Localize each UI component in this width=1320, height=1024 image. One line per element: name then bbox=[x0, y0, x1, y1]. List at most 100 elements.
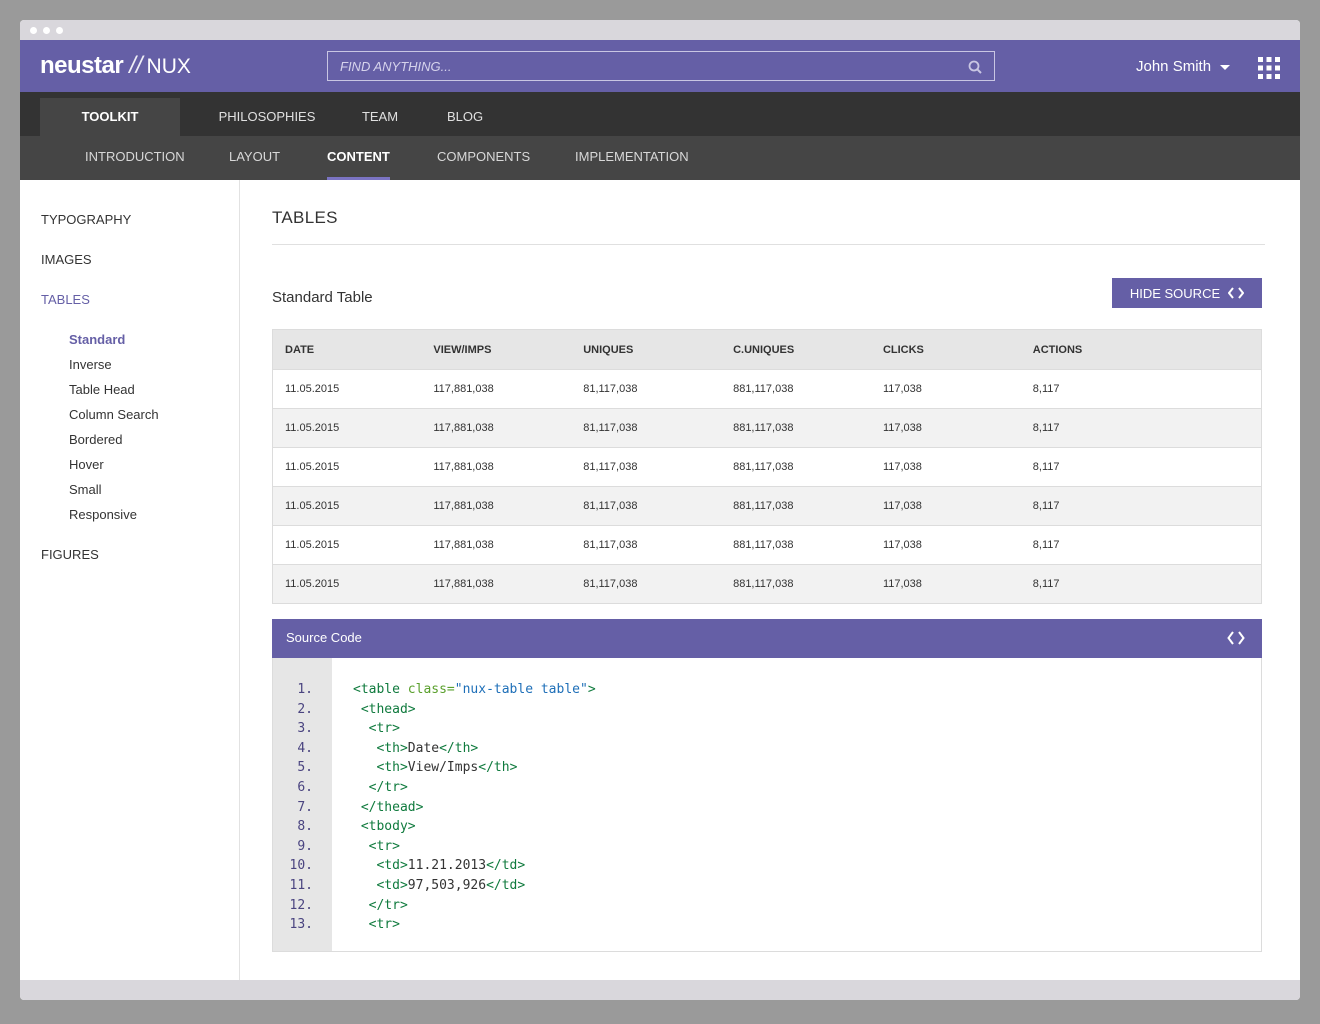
line-number: 9. bbox=[297, 838, 313, 854]
sidebar-item-figures[interactable]: FIGURES bbox=[41, 547, 99, 562]
code-line: <th>View/Imps</th> bbox=[376, 760, 518, 776]
table-cell: 117,881,038 bbox=[421, 447, 572, 487]
sidebar-subitem-column-search[interactable]: Column Search bbox=[69, 407, 159, 422]
code-line: <tr> bbox=[368, 838, 400, 854]
nav-team[interactable]: TEAM bbox=[346, 98, 414, 136]
section-title: Standard Table bbox=[272, 289, 373, 306]
sidebar-subitem-table-head[interactable]: Table Head bbox=[69, 382, 135, 397]
top-header: neustar//NUX John Smith bbox=[20, 40, 1300, 92]
line-number: 12. bbox=[289, 897, 313, 913]
line-number: 2. bbox=[297, 701, 313, 717]
source-code-title: Source Code bbox=[286, 630, 362, 645]
sidebar-subitem-small[interactable]: Small bbox=[69, 482, 102, 497]
table-cell: 81,117,038 bbox=[571, 564, 722, 604]
user-name: John Smith bbox=[1136, 58, 1212, 75]
table-cell: 117,038 bbox=[870, 564, 1021, 604]
table-row: 11.05.2015 117,881,038 81,117,038 881,11… bbox=[272, 564, 1262, 604]
tab-introduction[interactable]: INTRODUCTION bbox=[85, 136, 185, 180]
column-header-date: DATE bbox=[272, 329, 422, 370]
table-cell: 117,038 bbox=[870, 447, 1021, 487]
table-cell: 117,038 bbox=[870, 525, 1021, 565]
table-cell: 881,117,038 bbox=[721, 486, 871, 526]
code-line: </thead> bbox=[360, 799, 424, 815]
sidebar-item-typography[interactable]: TYPOGRAPHY bbox=[41, 212, 131, 227]
line-number: 10. bbox=[289, 858, 313, 874]
table-row: 11.05.2015 117,881,038 81,117,038 881,11… bbox=[272, 525, 1262, 565]
logo[interactable]: neustar//NUX bbox=[40, 52, 191, 81]
sidebar-subitem-responsive[interactable]: Responsive bbox=[69, 507, 137, 522]
sidebar-subitem-inverse[interactable]: Inverse bbox=[69, 357, 112, 372]
code-line: <table class="nux-table table"> bbox=[353, 682, 596, 697]
line-number: 13. bbox=[289, 917, 313, 933]
tab-layout[interactable]: LAYOUT bbox=[229, 136, 280, 180]
table-cell: 8,117 bbox=[1020, 369, 1262, 409]
table-cell: 81,117,038 bbox=[571, 447, 722, 487]
table-row: 11.05.2015 117,881,038 81,117,038 881,11… bbox=[272, 369, 1262, 409]
line-number: 4. bbox=[297, 740, 313, 756]
table-cell: 881,117,038 bbox=[721, 408, 871, 448]
column-header-actions: ACTIONS bbox=[1020, 329, 1262, 370]
search-input[interactable] bbox=[328, 52, 948, 80]
window-dot-icon bbox=[43, 27, 50, 34]
sidebar-subitem-standard[interactable]: Standard bbox=[69, 332, 125, 347]
hide-source-button[interactable]: HIDE SOURCE bbox=[1112, 278, 1262, 308]
table-cell: 117,038 bbox=[870, 408, 1021, 448]
table-row: 11.05.2015 117,881,038 81,117,038 881,11… bbox=[272, 408, 1262, 448]
table-cell: 117,038 bbox=[870, 486, 1021, 526]
code-line: <tr> bbox=[368, 721, 400, 737]
search-box bbox=[327, 51, 995, 81]
page-title: TABLES bbox=[272, 208, 338, 227]
tab-implementation[interactable]: IMPLEMENTATION bbox=[575, 136, 689, 180]
table-row: 11.05.2015 117,881,038 81,117,038 881,11… bbox=[272, 447, 1262, 487]
line-number: 8. bbox=[297, 819, 313, 835]
table-cell: 8,117 bbox=[1020, 525, 1262, 565]
table-cell: 881,117,038 bbox=[721, 525, 871, 565]
caret-down-icon bbox=[1220, 64, 1231, 70]
line-number: 7. bbox=[297, 799, 313, 815]
table-cell: 117,881,038 bbox=[421, 564, 572, 604]
window-chrome bbox=[20, 20, 1300, 40]
code-line: <td>97,503,926</td> bbox=[376, 878, 526, 893]
product-name: NUX bbox=[146, 55, 191, 78]
table-cell: 8,117 bbox=[1020, 486, 1262, 526]
table-cell: 81,117,038 bbox=[571, 408, 722, 448]
column-header-view-imps: VIEW/IMPS bbox=[421, 329, 572, 370]
sidebar-subitem-bordered[interactable]: Bordered bbox=[69, 432, 122, 447]
code-line: </tr> bbox=[368, 897, 408, 913]
tab-components[interactable]: COMPONENTS bbox=[437, 136, 530, 180]
line-number: 1. bbox=[297, 682, 313, 697]
code-line: </tr> bbox=[368, 780, 408, 795]
nav-toolkit[interactable]: TOOLKIT bbox=[40, 98, 180, 136]
code-brackets-icon[interactable] bbox=[1227, 631, 1245, 645]
line-number: 3. bbox=[297, 721, 313, 737]
nav-philosophies[interactable]: PHILOSOPHIES bbox=[200, 98, 334, 136]
code-brackets-icon bbox=[1228, 287, 1245, 299]
line-number-gutter: 1. 2. 3. 4. 5. 6. 7. 8. 9. 10. 11. 12. 13. bbox=[273, 658, 332, 951]
apps-grid-icon[interactable] bbox=[1258, 57, 1280, 79]
primary-nav: TOOLKIT PHILOSOPHIES TEAM BLOG bbox=[20, 92, 1300, 136]
table-cell: 81,117,038 bbox=[571, 486, 722, 526]
column-header-uniques: UNIQUES bbox=[571, 329, 722, 370]
logo-slash: // bbox=[129, 52, 143, 79]
window-dot-icon bbox=[56, 27, 63, 34]
code-line: <td>11.21.2013</td> bbox=[376, 858, 526, 874]
sidebar-item-tables[interactable]: TABLES bbox=[41, 292, 90, 307]
table-cell: 81,117,038 bbox=[571, 525, 722, 565]
sidebar-item-images[interactable]: IMAGES bbox=[41, 252, 92, 267]
column-header-clicks: CLICKS bbox=[870, 329, 1021, 370]
table-cell: 8,117 bbox=[1020, 447, 1262, 487]
brand-name: neustar bbox=[40, 52, 124, 79]
table-cell: 117,881,038 bbox=[421, 486, 572, 526]
table-cell: 881,117,038 bbox=[721, 369, 871, 409]
table-cell: 11.05.2015 bbox=[272, 525, 422, 565]
table-cell: 117,881,038 bbox=[421, 408, 572, 448]
source-code-panel: Source Code 1. 2. 3. 4. 5. 6. 7. 8. 9. 10. 11. 12. 1… bbox=[272, 619, 1262, 952]
user-menu[interactable]: John Smith bbox=[1136, 58, 1231, 75]
nav-blog[interactable]: BLOG bbox=[430, 98, 500, 136]
sidebar-subitem-hover[interactable]: Hover bbox=[69, 457, 104, 472]
tab-content[interactable]: CONTENT bbox=[327, 136, 390, 180]
table-cell: 11.05.2015 bbox=[272, 486, 422, 526]
code-line: <th>Date</th> bbox=[376, 740, 479, 756]
search-icon[interactable] bbox=[968, 60, 982, 74]
column-header-c-uniques: C.UNIQUES bbox=[721, 329, 871, 370]
